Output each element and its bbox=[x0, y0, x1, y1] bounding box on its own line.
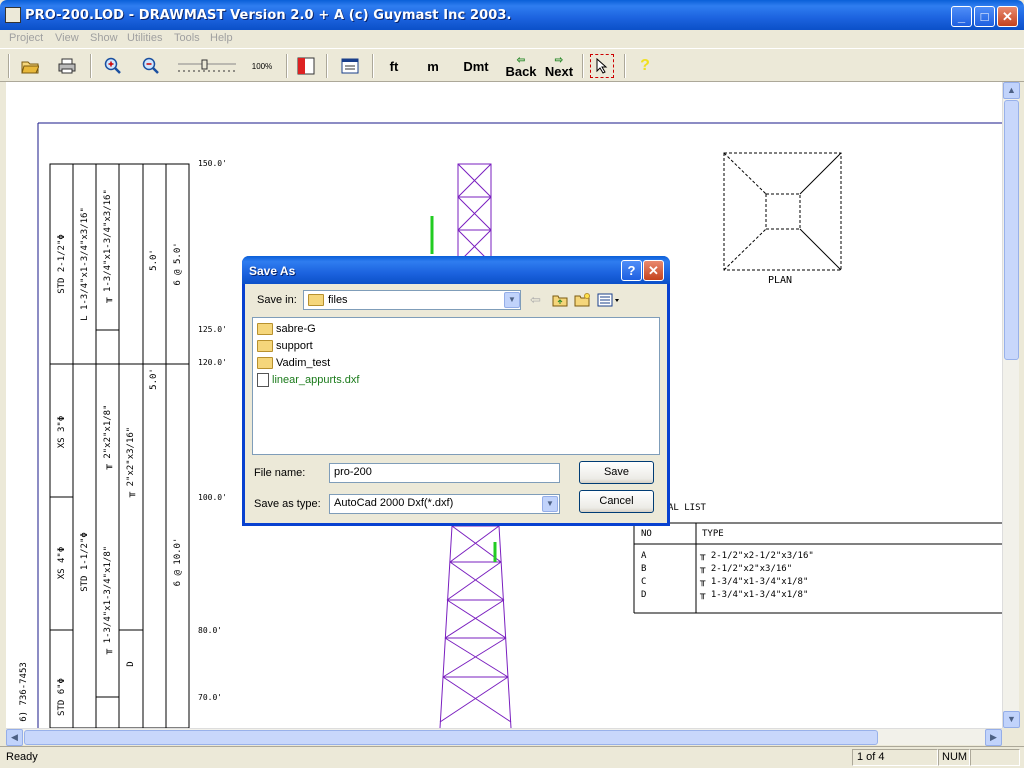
save-in-value: files bbox=[328, 294, 348, 306]
plan-label: PLAN bbox=[768, 275, 793, 286]
toolbar-separator bbox=[90, 54, 92, 78]
chevron-down-icon[interactable]: ▼ bbox=[504, 292, 520, 308]
up-folder-icon[interactable] bbox=[552, 293, 568, 307]
app-icon bbox=[5, 7, 21, 23]
zoom-slider[interactable] bbox=[176, 54, 238, 78]
zoom-in-icon[interactable] bbox=[101, 54, 125, 78]
folder-icon bbox=[308, 294, 324, 306]
list-item-label: sabre-G bbox=[276, 323, 316, 335]
toolbar-separator bbox=[8, 54, 10, 78]
title-bar[interactable]: PRO-200.LOD - DRAWMAST Version 2.0 + A (… bbox=[0, 0, 1024, 30]
list-item[interactable]: support bbox=[257, 338, 313, 354]
menu-bar: Project View Show Utilities Tools Help bbox=[0, 30, 1024, 48]
dialog-title-bar[interactable]: Save As ? ✕ bbox=[242, 256, 670, 284]
next-label: Next bbox=[544, 64, 574, 79]
new-folder-icon[interactable] bbox=[574, 293, 590, 307]
toolbar-separator bbox=[582, 54, 584, 78]
cancel-button[interactable]: Cancel bbox=[579, 490, 654, 513]
view-menu-icon[interactable] bbox=[597, 293, 621, 307]
vertical-scroll-thumb[interactable] bbox=[1004, 100, 1019, 360]
back-label: Back bbox=[505, 64, 537, 79]
material-no: C bbox=[641, 577, 647, 587]
minimize-button[interactable]: _ bbox=[951, 6, 972, 27]
help-icon[interactable]: ? bbox=[621, 260, 642, 281]
menu-tools[interactable]: Tools bbox=[174, 32, 200, 44]
properties-icon[interactable] bbox=[339, 54, 361, 78]
list-item-label: support bbox=[276, 340, 313, 352]
save-as-dialog: Save As ? ✕ Save in: files ▼ ⇦ sabre-G s… bbox=[242, 256, 670, 526]
chevron-down-icon[interactable]: ▼ bbox=[542, 496, 558, 512]
layer-icon[interactable] bbox=[295, 54, 317, 78]
scroll-down-icon[interactable]: ▼ bbox=[1003, 711, 1020, 728]
material-no: D bbox=[641, 590, 647, 600]
toolbar-separator bbox=[372, 54, 374, 78]
empty-panel bbox=[970, 749, 1020, 766]
file-list[interactable]: sabre-G support Vadim_test linear_appurt… bbox=[252, 317, 660, 455]
file-name-label: File name: bbox=[254, 467, 306, 479]
material-type: ╥ 1-3/4"x1-3/4"x1/8" bbox=[700, 590, 809, 600]
scroll-left-icon[interactable]: ◀ bbox=[6, 729, 23, 746]
menu-project[interactable]: Project bbox=[9, 32, 43, 44]
material-list-title: AL LIST bbox=[668, 503, 706, 513]
zoom-level: 100% bbox=[251, 61, 273, 71]
material-type: ╥ 2-1/2"x2-1/2"x3/16" bbox=[700, 551, 814, 561]
zoom-out-icon[interactable] bbox=[139, 54, 163, 78]
back-button[interactable]: ⇦ Back bbox=[503, 54, 539, 78]
close-button[interactable]: ✕ bbox=[997, 6, 1018, 27]
status-text: Ready bbox=[6, 751, 38, 763]
dxf-file-icon bbox=[257, 373, 269, 387]
toolbar-separator bbox=[286, 54, 288, 78]
list-item[interactable]: linear_appurts.dxf bbox=[257, 372, 359, 388]
save-type-label: Save as type: bbox=[254, 498, 321, 510]
toolbar: 100% ft m Dmt ⇦ Back ⇨ Next ? bbox=[0, 48, 1024, 82]
save-in-dropdown[interactable]: files bbox=[303, 290, 521, 310]
dialog-title: Save As bbox=[249, 264, 296, 278]
maximize-button[interactable]: □ bbox=[974, 6, 995, 27]
list-item[interactable]: sabre-G bbox=[257, 321, 316, 337]
vertical-scrollbar[interactable]: ▲ ▼ bbox=[1002, 82, 1020, 728]
menu-help[interactable]: Help bbox=[210, 32, 233, 44]
menu-view[interactable]: View bbox=[55, 32, 79, 44]
horizontal-scroll-thumb[interactable] bbox=[24, 730, 878, 745]
material-no: A bbox=[641, 551, 647, 561]
back-arrow-icon[interactable]: ⇦ bbox=[530, 292, 546, 308]
file-name-input[interactable]: pro-200 bbox=[329, 463, 560, 483]
dmt-button[interactable]: Dmt bbox=[459, 54, 493, 78]
print-icon[interactable] bbox=[55, 54, 79, 78]
open-icon[interactable] bbox=[18, 54, 42, 78]
select-pointer-icon[interactable] bbox=[590, 54, 614, 78]
material-header-no: NO bbox=[641, 529, 652, 539]
material-type: ╥ 2-1/2"x2"x3/16" bbox=[700, 564, 793, 574]
meter-units-button[interactable]: m bbox=[421, 54, 445, 78]
window-title: PRO-200.LOD - DRAWMAST Version 2.0 + A (… bbox=[25, 8, 512, 23]
menu-utilities[interactable]: Utilities bbox=[127, 32, 162, 44]
folder-icon bbox=[257, 357, 273, 369]
material-header-type: TYPE bbox=[702, 529, 724, 539]
folder-icon bbox=[257, 323, 273, 335]
list-item-label: Vadim_test bbox=[276, 357, 331, 369]
toolbar-separator bbox=[624, 54, 626, 78]
list-item[interactable]: Vadim_test bbox=[257, 355, 330, 371]
scroll-right-icon[interactable]: ▶ bbox=[985, 729, 1002, 746]
save-in-label: Save in: bbox=[257, 294, 297, 306]
list-item-label: linear_appurts.dxf bbox=[272, 374, 360, 386]
status-bar: Ready 1 of 4 NUM bbox=[0, 746, 1024, 768]
scroll-up-icon[interactable]: ▲ bbox=[1003, 82, 1020, 99]
save-type-dropdown[interactable]: AutoCad 2000 Dxf(*.dxf) bbox=[329, 494, 560, 514]
help-icon[interactable]: ? bbox=[635, 54, 655, 78]
material-no: B bbox=[641, 564, 647, 574]
feet-units-button[interactable]: ft bbox=[382, 54, 406, 78]
horizontal-scrollbar[interactable]: ◀ ▶ bbox=[6, 728, 1002, 746]
save-button[interactable]: Save bbox=[579, 461, 654, 484]
folder-icon bbox=[257, 340, 273, 352]
material-type: ╥ 1-3/4"x1-3/4"x1/8" bbox=[700, 577, 809, 587]
toolbar-separator bbox=[326, 54, 328, 78]
num-lock-indicator: NUM bbox=[942, 751, 968, 763]
next-button[interactable]: ⇨ Next bbox=[542, 54, 576, 78]
menu-show[interactable]: Show bbox=[90, 32, 118, 44]
page-indicator: 1 of 4 bbox=[857, 751, 885, 763]
close-icon[interactable]: ✕ bbox=[643, 260, 664, 281]
